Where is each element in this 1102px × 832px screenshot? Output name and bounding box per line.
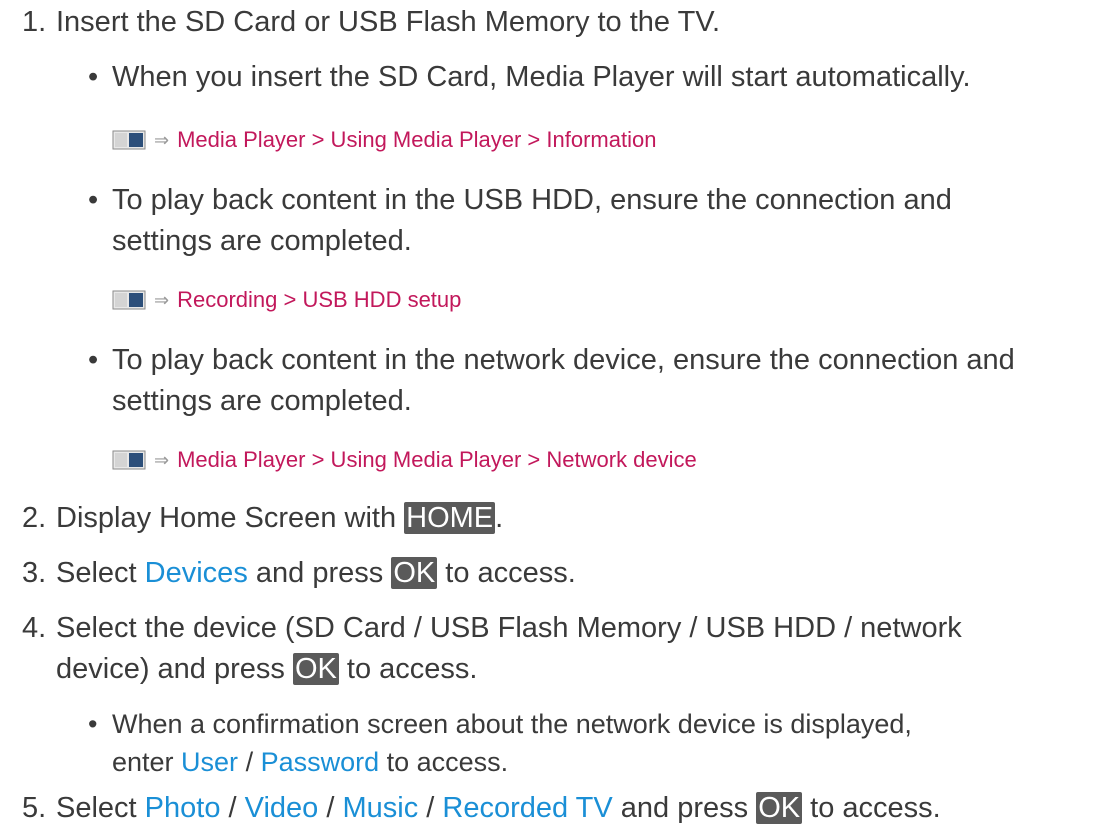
- photo-link[interactable]: Photo: [145, 792, 221, 824]
- book-icon: [112, 449, 146, 471]
- arrow-icon: ⇒: [154, 450, 170, 470]
- reference-link-row[interactable]: ⇒ Recording > USB HDD setup: [112, 286, 461, 314]
- bullet-text-line2: settings are completed.: [112, 225, 412, 257]
- ok-key-label: OK: [292, 653, 339, 685]
- bullet-text-line1: To play back content in the network devi…: [112, 344, 1015, 376]
- step-number: 1.: [22, 6, 47, 38]
- home-key-label: HOME: [404, 502, 496, 534]
- bullet-text: When you insert the SD Card, Media Playe…: [112, 61, 971, 93]
- reference-link-row[interactable]: ⇒ Media Player > Using Media Player > Ne…: [112, 446, 697, 474]
- devices-link[interactable]: Devices: [145, 557, 248, 589]
- reference-link[interactable]: Media Player > Using Media Player > Info…: [177, 126, 656, 154]
- step-number: 3.: [22, 557, 47, 589]
- recorded-tv-link[interactable]: Recorded TV: [442, 792, 612, 824]
- step-number: 4.: [22, 612, 47, 644]
- user-link[interactable]: User: [181, 747, 238, 777]
- step-text-line2: device) and press OK to access.: [56, 653, 478, 685]
- step-number: 2.: [22, 502, 47, 534]
- reference-link[interactable]: Media Player > Using Media Player > Netw…: [177, 446, 697, 474]
- bullet-dot: •: [88, 344, 99, 376]
- bullet-dot: •: [88, 184, 99, 216]
- step-text: Display Home Screen with HOME.: [56, 502, 504, 534]
- step-text: Select Photo / Video / Music / Recorded …: [56, 792, 941, 824]
- book-icon: [112, 289, 146, 311]
- ok-key-label: OK: [391, 557, 438, 589]
- step-number: 5.: [22, 792, 47, 824]
- reference-link[interactable]: Recording > USB HDD setup: [177, 286, 461, 314]
- bullet-text-line1: To play back content in the USB HDD, ens…: [112, 184, 952, 216]
- step-text: Insert the SD Card or USB Flash Memory t…: [56, 6, 721, 38]
- book-icon: [112, 129, 146, 151]
- bullet-dot: •: [88, 709, 98, 739]
- arrow-icon: ⇒: [154, 290, 170, 310]
- ok-key-label: OK: [756, 792, 803, 824]
- bullet-text-line2: enter User / Password to access.: [112, 747, 509, 777]
- video-link[interactable]: Video: [245, 792, 319, 824]
- bullet-text-line1: When a confirmation screen about the net…: [112, 709, 912, 739]
- music-link[interactable]: Music: [342, 792, 418, 824]
- bullet-text-line2: settings are completed.: [112, 385, 412, 417]
- arrow-icon: ⇒: [154, 130, 170, 150]
- step-text: Select Devices and press OK to access.: [56, 557, 576, 589]
- step-text-line1: Select the device (SD Card / USB Flash M…: [56, 612, 962, 644]
- bullet-dot: •: [88, 61, 99, 93]
- reference-link-row[interactable]: ⇒ Media Player > Using Media Player > In…: [112, 126, 656, 154]
- password-link[interactable]: Password: [261, 747, 380, 777]
